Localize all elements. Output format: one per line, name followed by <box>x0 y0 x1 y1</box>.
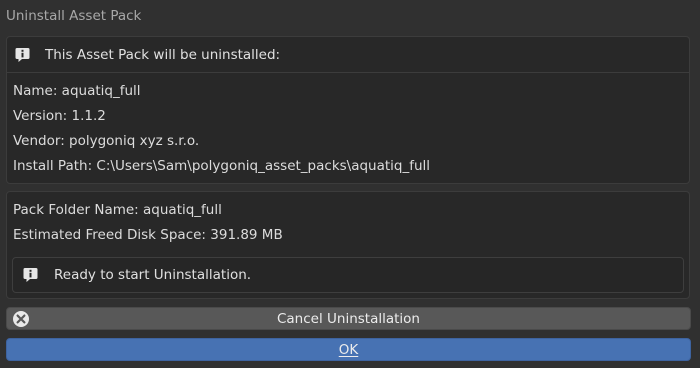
details-header: This Asset Pack will be uninstalled: <box>7 37 689 73</box>
cancel-uninstallation-label: Cancel Uninstallation <box>276 310 420 327</box>
freed-disk-space: Estimated Freed Disk Space: 391.89 MB <box>13 227 283 243</box>
cancel-uninstallation-button[interactable]: Cancel Uninstallation <box>6 307 691 330</box>
pack-version: Version: 1.1.2 <box>13 108 106 124</box>
summary-panel: Pack Folder Name: aquatiq_full Estimated… <box>6 191 690 299</box>
status-text: Ready to start Uninstallation. <box>54 267 252 283</box>
pack-name: Name: aquatiq_full <box>13 83 141 99</box>
details-panel: This Asset Pack will be uninstalled: Nam… <box>6 36 690 184</box>
status-box: Ready to start Uninstallation. <box>12 257 684 293</box>
uninstall-dialog: Uninstall Asset Pack This Asset Pack wil… <box>0 0 700 368</box>
pack-install-path: Install Path: C:\Users\Sam\polygoniq_ass… <box>13 158 431 174</box>
ok-button[interactable]: OK <box>6 338 691 361</box>
pack-vendor: Vendor: polygoniq xyz s.r.o. <box>13 133 200 149</box>
ok-label: OK <box>338 341 359 358</box>
details-header-text: This Asset Pack will be uninstalled: <box>45 46 281 63</box>
pack-folder-name: Pack Folder Name: aquatiq_full <box>13 202 222 218</box>
info-icon <box>23 268 38 282</box>
info-icon <box>15 47 30 62</box>
cancel-circle-icon <box>13 311 29 327</box>
dialog-title: Uninstall Asset Pack <box>6 8 142 24</box>
